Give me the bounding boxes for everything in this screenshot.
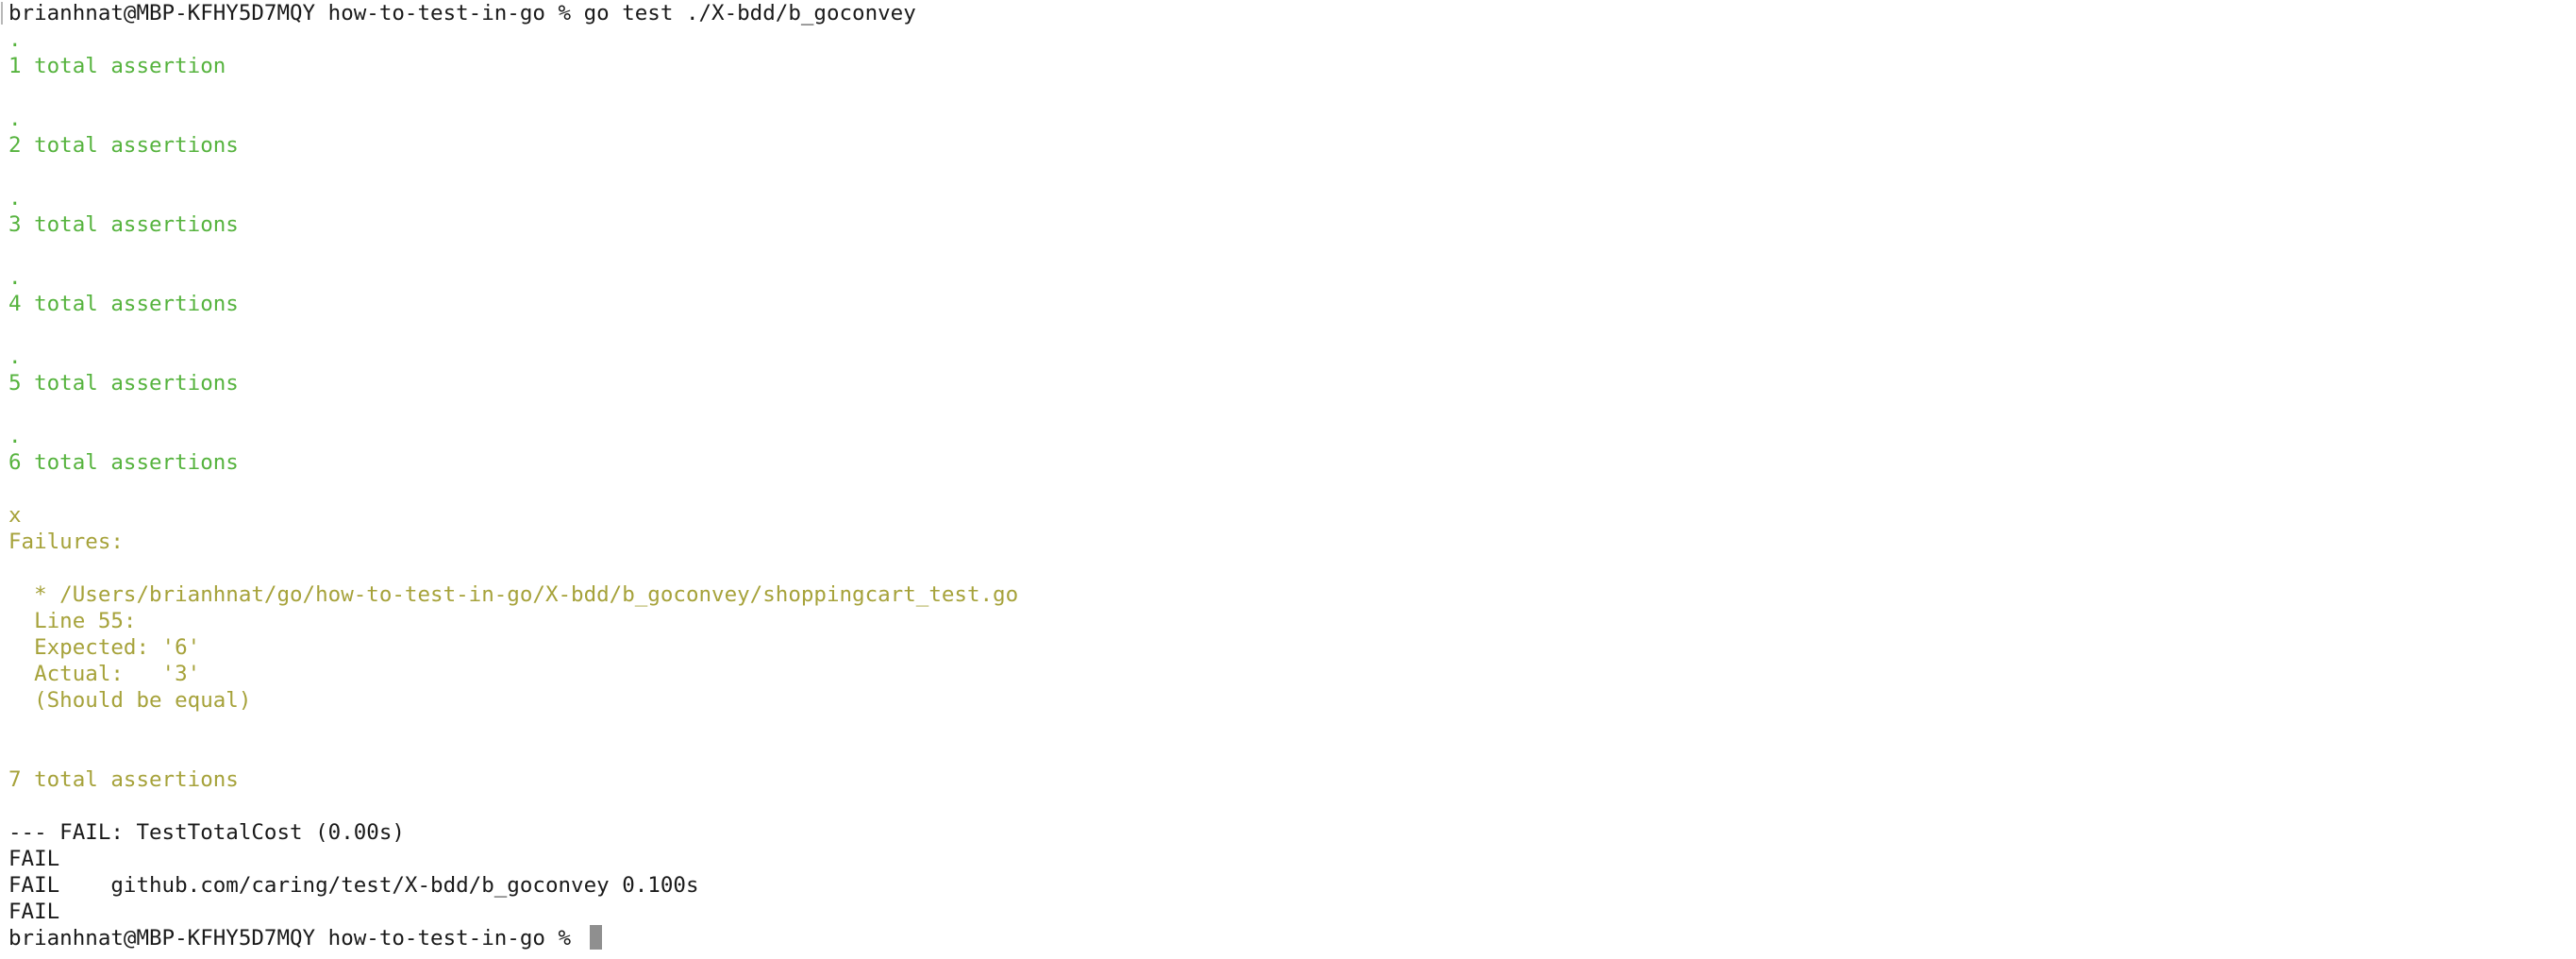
output-line: . — [8, 265, 22, 290]
output-line: x — [8, 503, 22, 528]
text-cursor — [589, 925, 602, 950]
output-line: 6 total assertions — [8, 450, 239, 475]
output-line: . — [8, 186, 22, 210]
prompt-line[interactable]: brianhnat@MBP-KFHY5D7MQY how-to-test-in-… — [8, 925, 602, 951]
prompt-text: brianhnat@MBP-KFHY5D7MQY how-to-test-in-… — [8, 926, 584, 951]
output-line: 7 total assertions — [8, 767, 239, 792]
package-fail-line: FAIL github.com/caring/test/X-bdd/b_goco… — [8, 873, 699, 898]
terminal-window[interactable]: brianhnat@MBP-KFHY5D7MQY how-to-test-in-… — [0, 0, 2576, 959]
failure-file-path: * /Users/brianhnat/go/how-to-test-in-go/… — [8, 582, 1019, 607]
output-line: 3 total assertions — [8, 212, 239, 237]
output-line: . — [8, 424, 22, 448]
output-line: 4 total assertions — [8, 292, 239, 316]
prompt-command-line: brianhnat@MBP-KFHY5D7MQY how-to-test-in-… — [8, 1, 916, 25]
line-marker — [1, 2, 3, 25]
output-line: FAIL — [8, 847, 60, 871]
output-line: 1 total assertion — [8, 54, 226, 78]
failure-message: (Should be equal) — [8, 688, 252, 713]
output-line: . — [8, 345, 22, 369]
failure-line-number: Line 55: — [8, 609, 137, 633]
failure-expected: Expected: '6' — [8, 635, 201, 660]
failure-actual: Actual: '3' — [8, 662, 201, 686]
failures-heading: Failures: — [8, 530, 124, 554]
output-line: FAIL — [8, 900, 60, 924]
output-line: 5 total assertions — [8, 371, 239, 395]
output-line: . — [8, 107, 22, 131]
output-line: . — [8, 27, 22, 52]
test-fail-summary: --- FAIL: TestTotalCost (0.00s) — [8, 820, 405, 845]
output-line: 2 total assertions — [8, 133, 239, 158]
